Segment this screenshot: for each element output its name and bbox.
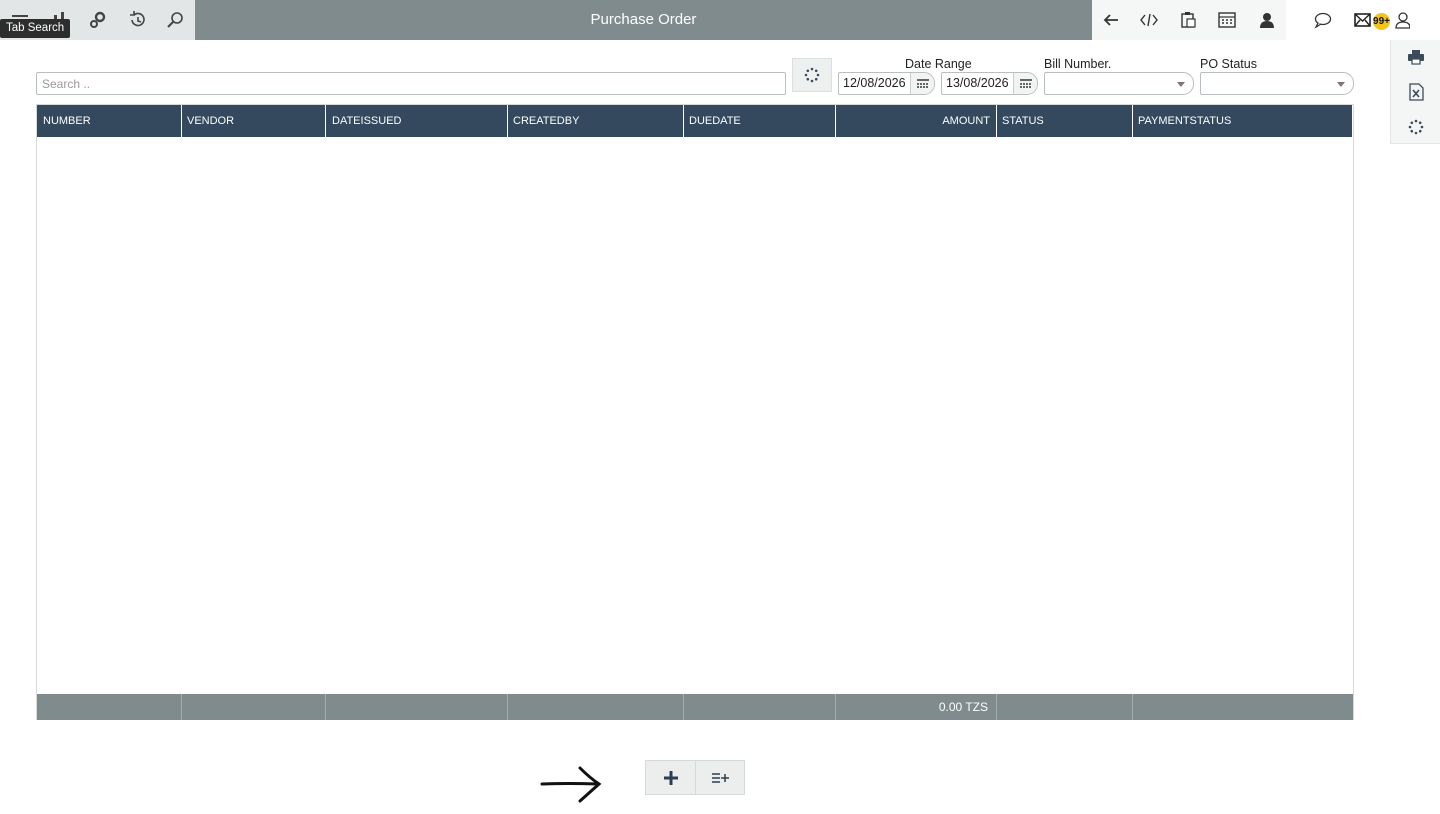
po-status-select[interactable] [1200, 72, 1354, 95]
date-to-value: 13/08/2026 [946, 76, 1009, 90]
chat-button[interactable] [1304, 0, 1342, 40]
refresh-icon [1408, 119, 1423, 135]
column-header-paymentstatus[interactable]: PAYMENTSTATUS [1132, 105, 1353, 137]
user-icon [1260, 13, 1274, 28]
date-from-value: 12/08/2026 [843, 76, 906, 90]
tab-search-tooltip: Tab Search [0, 19, 70, 38]
print-button[interactable] [1391, 40, 1440, 74]
bill-number-select[interactable] [1044, 72, 1194, 95]
purchase-order-grid: NUMBER VENDOR DATEISSUED CREATEDBY DUEDA… [36, 104, 1354, 720]
column-header-vendor[interactable]: VENDOR [181, 105, 326, 137]
side-tools [1390, 40, 1440, 144]
notification-badge[interactable]: 99+ [1373, 13, 1390, 30]
excel-export-icon [1408, 83, 1424, 101]
chat-icon [1314, 12, 1332, 29]
print-icon [1407, 50, 1424, 65]
clipboard-icon [1181, 12, 1196, 28]
add-icon [663, 770, 678, 785]
page-title: Purchase Order [590, 11, 697, 28]
chevron-down-icon [1337, 82, 1345, 87]
column-header-amount[interactable]: AMOUNT [835, 105, 997, 137]
add-list-icon [712, 772, 729, 783]
calculator-icon [1218, 12, 1236, 28]
calculator-button[interactable] [1208, 0, 1246, 40]
grid-footer: 0.00 TZS [37, 694, 1353, 720]
date-from-field[interactable]: 12/08/2026 [838, 72, 935, 95]
date-from-calendar-button[interactable] [910, 73, 934, 94]
add-multiple-button[interactable] [695, 761, 744, 794]
top-bar: Purchase Order [0, 0, 1440, 40]
history-icon [129, 11, 145, 27]
profile-icon [1395, 12, 1410, 29]
excel-export-button[interactable] [1391, 75, 1440, 109]
date-to-calendar-button[interactable] [1013, 73, 1037, 94]
add-button[interactable] [646, 761, 695, 794]
search-icon [166, 12, 183, 28]
footer-cell [326, 694, 508, 720]
date-range-label: Date Range [905, 57, 972, 71]
footer-cell [683, 694, 836, 720]
reload-button[interactable] [792, 58, 832, 92]
footer-amount-total: 0.00 TZS [835, 694, 997, 720]
column-header-number[interactable]: NUMBER [37, 105, 182, 137]
loading-spinner-icon [804, 67, 820, 83]
po-status-label: PO Status [1200, 57, 1257, 71]
settings-gears-icon [89, 11, 105, 28]
column-header-dateissued[interactable]: DATEISSUED [326, 105, 508, 137]
back-button[interactable] [1092, 0, 1130, 40]
side-refresh-button[interactable] [1391, 110, 1440, 144]
settings-button[interactable] [78, 0, 117, 40]
mail-icon [1354, 13, 1371, 27]
column-header-duedate[interactable]: DUEDATE [683, 105, 836, 137]
right-arrow-icon [540, 766, 602, 803]
column-header-createdby[interactable]: CREATEDBY [507, 105, 684, 137]
grid-body[interactable] [37, 137, 1353, 694]
date-to-field[interactable]: 13/08/2026 [941, 72, 1038, 95]
footer-cell [37, 694, 182, 720]
search-button[interactable] [156, 0, 195, 40]
column-header-status[interactable]: STATUS [996, 105, 1133, 137]
calendar-icon [916, 78, 929, 88]
user-button[interactable] [1247, 0, 1285, 40]
clipboard-button[interactable] [1169, 0, 1207, 40]
footer-cell [181, 694, 326, 720]
footer-cell [1132, 694, 1353, 720]
footer-cell [507, 694, 684, 720]
code-icon [1140, 13, 1158, 27]
footer-cell [996, 694, 1133, 720]
action-buttons [645, 760, 745, 795]
history-button[interactable] [117, 0, 156, 40]
search-input[interactable] [36, 72, 786, 95]
calendar-icon [1019, 78, 1032, 88]
grid-header: NUMBER VENDOR DATEISSUED CREATEDBY DUEDA… [37, 105, 1353, 137]
chevron-down-icon [1177, 82, 1185, 87]
code-button[interactable] [1130, 0, 1168, 40]
bill-number-label: Bill Number. [1044, 57, 1112, 71]
back-arrow-icon [1103, 14, 1118, 26]
